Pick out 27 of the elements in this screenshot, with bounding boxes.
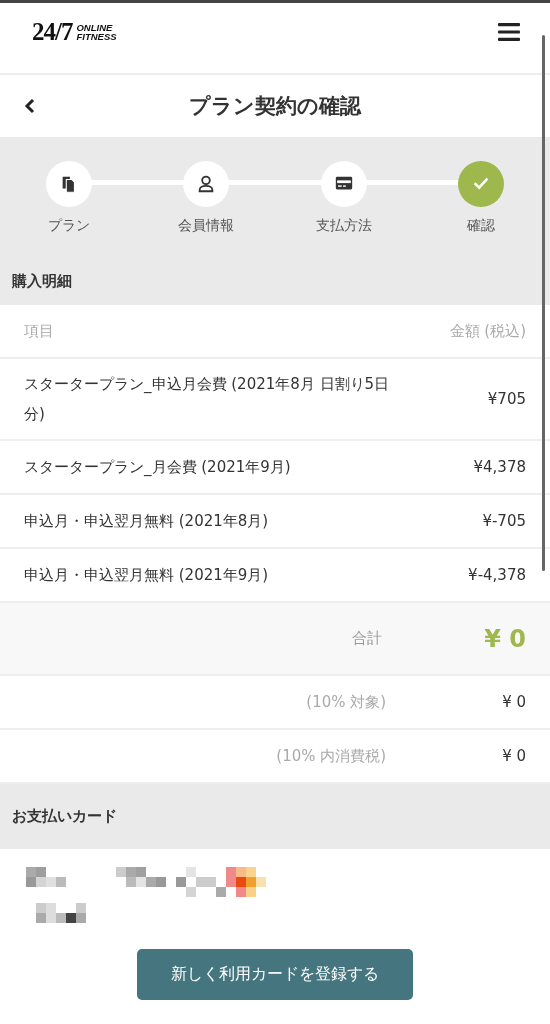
register-card-button[interactable]: 新しく利用カードを登録する [137,949,413,1000]
column-header: 金額 (税込) [449,321,526,341]
item-amount: ¥705 [487,390,526,408]
tax-label: (10% 内消費税) [276,746,387,766]
menu-icon[interactable] [498,23,520,41]
tax-amount: ¥ 0 [502,693,526,711]
step-label: 会員情報 [178,217,235,235]
section-title: 購入明細 [12,272,72,291]
back-icon[interactable] [24,98,36,114]
item-name: 申込月・申込翌月無料 (2021年8月) [24,511,270,532]
total-amount: ¥ 0 [484,624,526,653]
page-title: プラン契約の確認 [189,93,361,120]
item-amount: ¥-4,378 [468,566,526,584]
item-name: 申込月・申込翌月無料 (2021年9月) [24,565,270,586]
item-name: スタータープラン_申込月会費 (2021年8月 日割り5日分) [24,374,391,425]
section-title: お支払いカード [12,807,117,826]
item-name: スタータープラン_月会費 (2021年9月) [24,457,292,478]
total-label: 合計 [352,629,383,648]
step-label: 支払方法 [315,217,372,235]
column-header: 項目 [24,321,54,341]
tax-label: (10% 対象) [306,692,387,712]
step-label: 確認 [467,217,495,235]
item-amount: ¥-705 [482,512,526,530]
tax-amount: ¥ 0 [502,747,526,765]
item-amount: ¥4,378 [473,458,526,476]
scroll-bar[interactable] [542,35,545,571]
step-label: プラン [48,217,90,235]
